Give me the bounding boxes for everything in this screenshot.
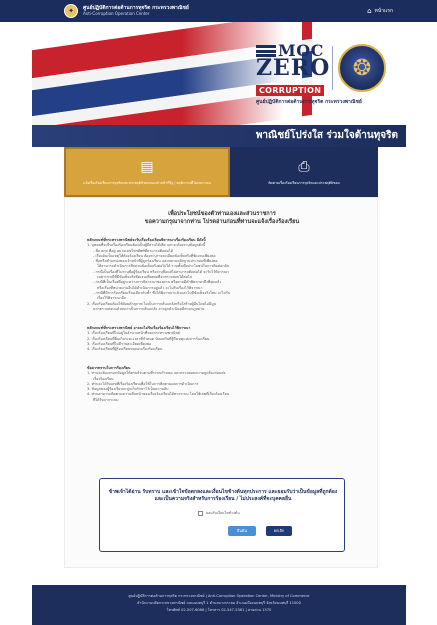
notes-section: ข้อควรทราบในการร้องเรียน 1. ท่านจะต้องกรอ… — [87, 366, 359, 403]
terms-paragraph: หากตรวจสอบแล้วพบว่าเป็นการกลั่นแกล้ง อาจ… — [93, 306, 205, 311]
accept-terms-checkbox[interactable] — [198, 510, 203, 516]
slogan: พาณิชย์โปร่งใส ร่วมใจต้านทุจริต — [255, 130, 398, 141]
home-label: หน้าแรก — [374, 8, 393, 14]
terms-heading-1: เพื่อประโยชน์ของตัวท่านเองและส่วนราชการ — [168, 211, 276, 217]
ministry-seal-icon: ❂ — [338, 44, 386, 92]
option-track-complaint[interactable]: ⎙ ติดตามเรื่องร้องเรียนการทุจริตและประพฤ… — [230, 147, 378, 197]
footer-line-2: สำนักงานปลัดกระทรวงพาณิชย์ ถนนนนทบุรี 1 … — [137, 601, 301, 605]
footer-line-1: ศูนย์ปฏิบัติการต่อต้านการทุจริต กระทรวงพ… — [128, 594, 310, 598]
option-label: ติดตามเรื่องร้องเรียนการทุจริตและประพฤติ… — [268, 180, 340, 185]
accept-terms-label[interactable]: ยอมรับเงื่อนไขข้างต้น — [206, 510, 240, 516]
complaint-document-icon: ▤ — [140, 158, 154, 175]
brand-corruption: CORRUPTION — [256, 85, 325, 96]
site-title: ศูนย์ปฏิบัติการต่อต้านการทุจริต กระทรวงพ… — [83, 5, 367, 17]
option-file-complaint[interactable]: ▤ แจ้งเรื่องร้องเรียนการทุจริตและประพฤติ… — [64, 147, 230, 197]
terms-paragraph: 4. เรื่องร้องเรียนที่ผู้ร้องเรียนขอถอนเร… — [87, 347, 163, 352]
footer: ศูนย์ปฏิบัติการต่อต้านการทุจริต กระทรวงพ… — [32, 585, 406, 625]
terms-panel: เพื่อประโยชน์ของตัวท่านเองและส่วนราชการ … — [64, 197, 378, 568]
home-icon: ⌂ — [367, 7, 372, 15]
home-link[interactable]: ⌂ หน้าแรก — [367, 7, 393, 15]
cancel-button[interactable]: ยกเลิก — [266, 526, 292, 536]
ministry-logo-icon[interactable]: ✦ — [64, 4, 78, 18]
accept-terms-row[interactable]: ยอมรับเงื่อนไขข้างต้น — [198, 510, 240, 516]
top-bar: ✦ ศูนย์ปฏิบัติการต่อต้านการทุจริต กระทรว… — [0, 0, 437, 22]
logo-divider — [332, 46, 333, 90]
site-title-en: Anti-Corruption Operation Center — [83, 11, 150, 16]
terms-paragraph: ที่ได้รับจากระบบ — [93, 397, 119, 402]
consent-box: ข้าพเจ้าได้อ่าน รับทราบ และเข้าใจข้อตกลง… — [99, 478, 345, 552]
hero-banner: MOC ZERO CORRUPTION ❂ ศูนย์ปฏิบัติการต่อ… — [32, 22, 406, 147]
center-name: ศูนย์ปฏิบัติการต่อต้านการทุจริต กระทรวงพ… — [256, 99, 362, 105]
option-label: แจ้งเรื่องร้องเรียนการทุจริตและประพฤติมิ… — [83, 180, 211, 185]
tracking-document-icon: ⎙ — [298, 158, 310, 175]
moc-zero-corruption-logo: MOC ZERO CORRUPTION — [256, 43, 331, 97]
accept-button[interactable]: ยืนยัน — [228, 526, 256, 536]
footer-line-3: โทรศัพท์ 02-507-6066 | โทรสาร 02-547-536… — [166, 608, 272, 612]
criteria-section: หลักเกณฑ์ที่กระทรวงพาณิชย์จะรับเรื่องร้อ… — [87, 238, 359, 312]
consent-text-1: ข้าพเจ้าได้อ่าน รับทราบ และเข้าใจข้อตกลง… — [108, 489, 338, 495]
rejection-section: หลักเกณฑ์ที่กระทรวงพาณิชย์ อาจจะไม่รับเร… — [87, 326, 359, 352]
brand-zero: ZERO — [256, 55, 331, 81]
consent-text-2: และเป็นความจริงสำหรับการร้องเรียน / ไม่ป… — [154, 496, 292, 502]
terms-heading-2: ขอความกรุณาจากท่าน โปรดอ่านก่อนที่ท่านจะ… — [144, 219, 300, 225]
